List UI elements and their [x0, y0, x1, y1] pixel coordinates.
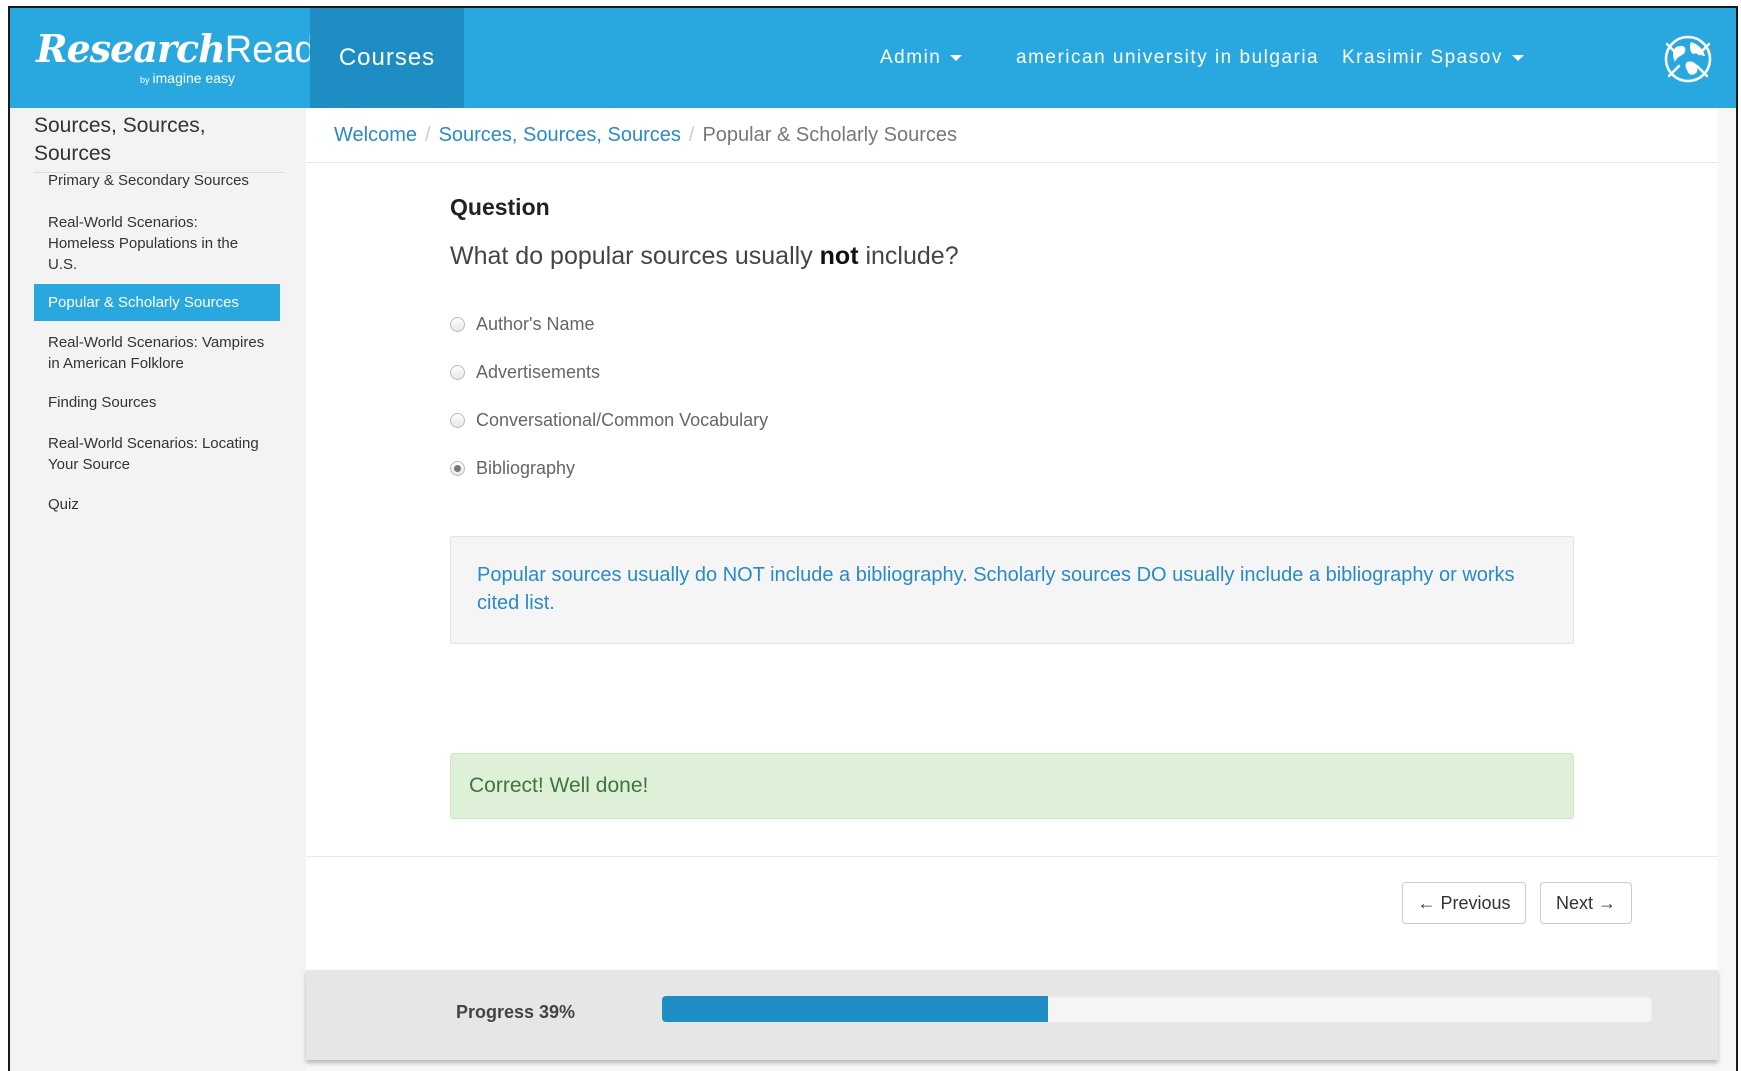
- radio-button-checked[interactable]: [450, 461, 465, 476]
- progress-bar: [662, 996, 1652, 1022]
- question-text: What do popular sources usually not incl…: [450, 242, 959, 271]
- logo-company: imagine easy: [152, 70, 236, 86]
- progress-panel: Progress 39%: [306, 970, 1718, 1060]
- sidebar-title: Sources, Sources, Sources: [34, 112, 284, 173]
- feedback-alert: Correct! Well done!: [450, 753, 1574, 819]
- breadcrumb: Welcome / Sources, Sources, Sources / Popula…: [334, 124, 957, 147]
- logo-script-text: Research: [36, 26, 226, 71]
- answer-option[interactable]: Conversational/Common Vocabulary: [450, 410, 768, 431]
- radio-button[interactable]: [450, 413, 465, 428]
- globe-icon[interactable]: [1663, 34, 1713, 84]
- previous-button[interactable]: ← Previous: [1402, 882, 1526, 924]
- breadcrumb-welcome[interactable]: Welcome: [334, 124, 417, 146]
- brand-logo[interactable]: ResearchReady™ byimagine easy: [36, 26, 347, 86]
- sidebar-item-quiz[interactable]: Quiz: [34, 494, 280, 515]
- logo-byline: by imagine easy: [140, 70, 235, 86]
- top-navbar: ResearchReady™ byimagine easy Courses Ad…: [10, 8, 1736, 108]
- progress-bar-fill: [662, 996, 1049, 1022]
- progress-label: Progress 39%: [456, 1002, 576, 1022]
- answer-option-label: Bibliography: [476, 458, 576, 478]
- sidebar-item-locating-scenario[interactable]: Real-World Scenarios: Locating Your Sour…: [34, 433, 280, 475]
- next-button[interactable]: Next →: [1540, 882, 1632, 924]
- app-window: ResearchReady™ byimagine easy Courses Ad…: [8, 6, 1738, 1071]
- radio-button[interactable]: [450, 317, 465, 332]
- logo-by-text: by: [140, 75, 150, 85]
- sidebar-item-finding-sources[interactable]: Finding Sources: [34, 392, 280, 413]
- question-heading: Question: [450, 194, 550, 220]
- question-text-emphasis: not: [819, 242, 859, 270]
- breadcrumb-module[interactable]: Sources, Sources, Sources: [439, 124, 681, 146]
- user-menu-label: Krasimir Spasov: [1342, 47, 1503, 68]
- sidebar-item-homeless-scenario[interactable]: Real-World Scenarios: Homeless Populatio…: [34, 212, 280, 275]
- question-text-start: What do popular sources usually: [450, 242, 820, 270]
- sidebar: Sources, Sources, Sources Primary & Seco…: [10, 108, 306, 1071]
- sidebar-item-primary-secondary[interactable]: Primary & Secondary Sources: [34, 170, 280, 191]
- sidebar-item-popular-scholarly[interactable]: Popular & Scholarly Sources: [34, 284, 280, 321]
- answer-option-label: Advertisements: [476, 362, 601, 382]
- nav-courses-tab[interactable]: Courses: [310, 8, 464, 108]
- answer-option[interactable]: Author's Name: [450, 314, 595, 335]
- answer-option-selected[interactable]: Bibliography: [450, 458, 575, 479]
- admin-menu[interactable]: Admin: [880, 8, 963, 108]
- main-content: Welcome / Sources, Sources, Sources / Popula…: [306, 108, 1718, 978]
- answer-explanation: Popular sources usually do NOT include a…: [450, 536, 1574, 644]
- breadcrumb-divider: [306, 162, 1718, 163]
- sidebar-item-vampires-scenario[interactable]: Real-World Scenarios: Vampires in Americ…: [34, 332, 280, 374]
- admin-menu-label: Admin: [880, 47, 942, 68]
- breadcrumb-separator: /: [425, 124, 431, 146]
- question-text-end: include?: [858, 242, 959, 270]
- breadcrumb-current: Popular & Scholarly Sources: [702, 124, 958, 146]
- user-menu[interactable]: Krasimir Spasov: [1342, 8, 1524, 108]
- breadcrumb-separator: /: [688, 124, 695, 146]
- caret-down-icon: [950, 55, 963, 61]
- radio-button[interactable]: [450, 365, 465, 380]
- answer-option-label: Author's Name: [476, 314, 595, 334]
- footer-divider: [306, 856, 1718, 857]
- caret-down-icon: [1511, 55, 1524, 61]
- answer-option[interactable]: Advertisements: [450, 362, 600, 383]
- answer-option-label: Conversational/Common Vocabulary: [476, 410, 769, 430]
- institution-link[interactable]: american university in bulgaria: [1016, 8, 1319, 108]
